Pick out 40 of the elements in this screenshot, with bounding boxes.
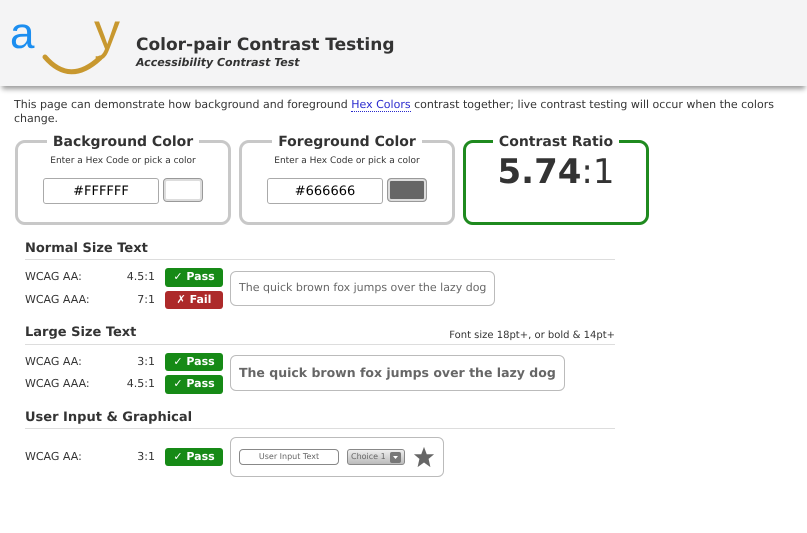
- pass-badge: ✓ Pass: [165, 268, 223, 287]
- ratio-requirement: 4.5:1: [126, 269, 155, 286]
- color-swatch[interactable]: [387, 178, 427, 202]
- sample-select[interactable]: Choice 1: [347, 449, 405, 466]
- caret-icon: [390, 452, 401, 463]
- section-heading: Large Size Text: [25, 324, 136, 342]
- sample-input-field[interactable]: User Input Text: [239, 449, 339, 466]
- wcag-level-label: WCAG AAA:: [25, 376, 91, 392]
- section-note: Font size 18pt+, or bold & 14pt+: [449, 328, 615, 343]
- fail-badge: ✗ Fail: [165, 290, 223, 310]
- ratio-requirement: 3:1: [136, 354, 155, 370]
- star-icon: [412, 446, 435, 468]
- hex-input-field[interactable]: #FFFFFF: [43, 178, 159, 204]
- hint-text: Enter a Hex Code or pick a color: [49, 154, 197, 168]
- color-swatch[interactable]: [163, 178, 203, 202]
- ratio-requirement: 3:1: [136, 448, 155, 465]
- pass-badge: ✓ Pass: [165, 448, 223, 466]
- wcag-level-label: WCAG AA:: [25, 269, 83, 286]
- pass-badge: ✓ Pass: [165, 375, 223, 394]
- sample-text: The quick brown fox jumps over the lazy dog: [230, 354, 565, 392]
- sample-text: The quick brown fox jumps over the lazy dog: [230, 271, 496, 306]
- page-title: Color-pair Contrast Testing: [136, 36, 394, 55]
- hex-input-field[interactable]: #666666: [267, 178, 383, 204]
- wcag-level-label: WCAG AA:: [25, 448, 83, 465]
- intro-text: This page can demonstrate how background and foreground Hex Colors contrast together; live contrast testing will occur when the colors change.: [13, 97, 775, 127]
- hex-colors-link[interactable]: Hex Colors: [351, 98, 411, 112]
- section-heading: Normal Size Text: [25, 240, 148, 258]
- hint-text: Enter a Hex Code or pick a color: [273, 154, 421, 168]
- pass-badge: ✓ Pass: [165, 352, 223, 372]
- wcag-level-label: WCAG AAA:: [25, 292, 91, 308]
- panel-legend: Background Color: [46, 134, 200, 149]
- ratio-requirement: 7:1: [136, 292, 155, 308]
- contrast-ratio-value: 5.74:1: [496, 154, 616, 189]
- logo-letter: a: [10, 12, 34, 56]
- page-subtitle: Accessibility Contrast Test: [136, 54, 301, 71]
- ratio-requirement: 4.5:1: [126, 376, 155, 392]
- panel-legend: Foreground Color: [272, 134, 422, 149]
- panel-legend: Contrast Ratio: [492, 134, 620, 149]
- section-heading: User Input & Graphical: [25, 408, 192, 427]
- wcag-level-label: WCAG AA:: [25, 354, 83, 370]
